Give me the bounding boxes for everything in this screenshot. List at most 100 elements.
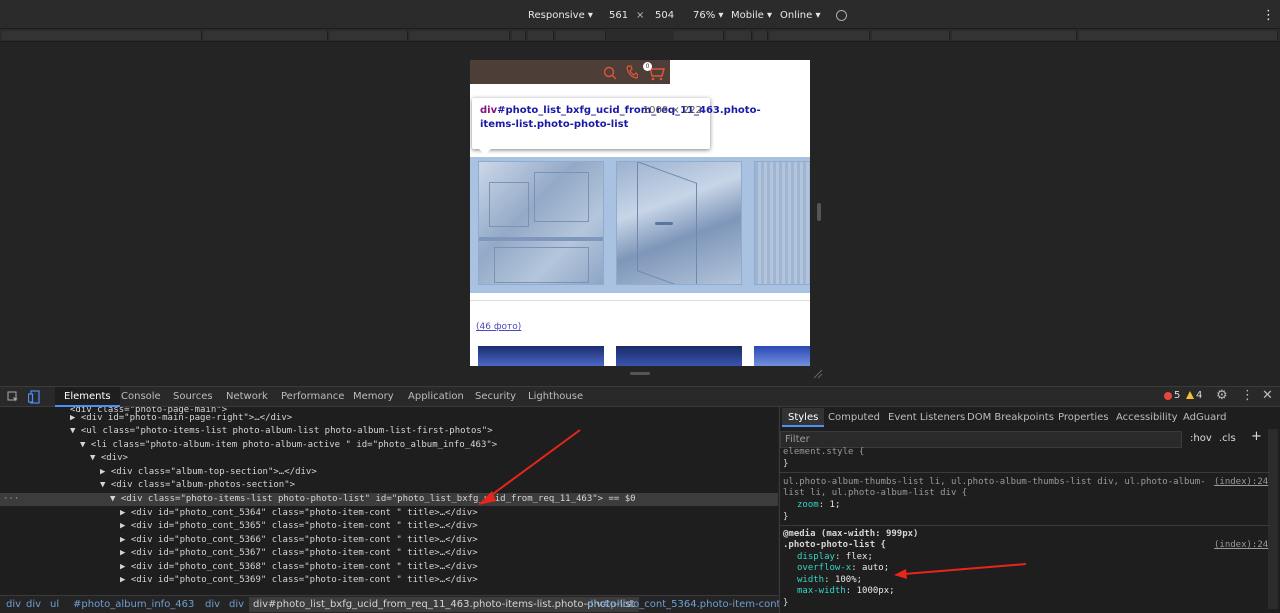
tab-memory[interactable]: Memory — [353, 391, 394, 402]
dom-node-selected[interactable]: ··· ▼ <div class="photo-items-list photo-… — [0, 493, 778, 506]
warning-count[interactable]: 4 — [1196, 390, 1202, 401]
kitchen-photo[interactable] — [478, 161, 604, 285]
dom-node[interactable]: ▼ <div> — [0, 452, 778, 465]
site-header: 0 — [470, 60, 670, 84]
tab-network[interactable]: Network — [226, 391, 268, 402]
dom-node[interactable]: ▶ <div class="album-top-section">…</div> — [0, 466, 778, 479]
divider — [470, 300, 810, 301]
dom-node[interactable]: ▶ <div id="photo_cont_5364" class="photo… — [0, 507, 778, 520]
breadcrumb: div div ul #photo_album_info_463 div div… — [0, 595, 780, 613]
styles-scrollbar[interactable] — [1268, 429, 1278, 609]
rotate-icon[interactable] — [836, 10, 847, 21]
rule2-source-link[interactable]: (index):24 — [1214, 540, 1268, 550]
tab-elements[interactable]: Elements — [55, 387, 120, 407]
phone-icon[interactable] — [626, 65, 638, 79]
elements-tree[interactable]: <div class="photo-page-main"> ▶ <div id=… — [0, 407, 778, 595]
tab-security[interactable]: Security — [475, 391, 516, 402]
album-thumb-2[interactable] — [616, 346, 742, 366]
dom-node[interactable]: ▶ <div id="photo_cont_5368" class="photo… — [0, 561, 778, 574]
breadcrumb-item[interactable]: ul — [50, 599, 59, 610]
tab-performance[interactable]: Performance — [281, 391, 344, 402]
error-icon[interactable] — [1164, 392, 1172, 400]
styles-filter-input[interactable]: Filter — [780, 431, 1182, 448]
devtools-window: { "device_toolbar": { "mode": "Responsiv… — [0, 0, 1280, 613]
divider — [780, 525, 1270, 526]
breadcrumb-item[interactable]: #photo_album_info_463 — [73, 599, 194, 610]
viewport-resize-handle-bottom[interactable] — [630, 372, 650, 375]
error-count[interactable]: 5 — [1174, 390, 1180, 401]
breadcrumb-item[interactable]: div — [26, 599, 41, 610]
blinds-photo[interactable] — [754, 161, 810, 285]
element-style-rule[interactable]: element.style { — [783, 447, 864, 457]
resize-corner-icon[interactable] — [812, 368, 824, 380]
viewport-resize-handle-right[interactable] — [817, 203, 821, 221]
devtools-tabbar: Elements Console Sources Network Perform… — [0, 386, 1280, 407]
zoom-dropdown[interactable]: 76% ▾ — [693, 10, 723, 21]
photo-count-link[interactable]: (46 фото) — [476, 322, 521, 332]
width-input[interactable]: 561 — [609, 10, 628, 21]
inspect-element-icon[interactable] — [7, 391, 19, 403]
breadcrumb-item-active[interactable]: div#photo_list_bxfg_ucid_from_req_11_463… — [249, 597, 639, 612]
tab-adguard[interactable]: AdGuard — [1183, 412, 1227, 423]
tab-properties[interactable]: Properties — [1058, 412, 1109, 423]
rule2-declaration[interactable]: width: 100%; — [797, 575, 862, 585]
closing-brace: } — [783, 459, 789, 469]
tab-lighthouse[interactable]: Lighthouse — [528, 391, 583, 402]
rule1-selector-cont[interactable]: list li, ul.photo-album-list div { — [783, 488, 967, 498]
more-options-icon[interactable]: ⋮ — [1262, 8, 1275, 23]
rule2-declaration[interactable]: display: flex; — [797, 552, 873, 562]
add-rule-button[interactable]: + — [1251, 429, 1262, 444]
dimension-separator: × — [636, 10, 645, 21]
breadcrumb-item[interactable]: div — [6, 599, 21, 610]
tab-accessibility[interactable]: Accessibility — [1116, 412, 1178, 423]
dom-node[interactable]: ▶ <div id="photo_cont_5367" class="photo… — [0, 547, 778, 560]
more-menu-icon[interactable]: ⋮ — [1241, 388, 1254, 403]
album-thumb-3[interactable] — [754, 346, 810, 366]
tooltip-size: 1000 × 222 — [642, 105, 702, 116]
breadcrumb-item[interactable]: div#photo_cont_5364.photo-item-cont — [587, 599, 780, 610]
album-thumb-1[interactable] — [478, 346, 604, 366]
closing-brace: } — [783, 512, 789, 522]
tab-console[interactable]: Console — [121, 391, 161, 402]
warning-icon[interactable] — [1186, 391, 1194, 399]
dom-node[interactable]: ▶ <div id="photo_cont_5369" class="photo… — [0, 574, 778, 587]
close-icon[interactable]: ✕ — [1262, 388, 1273, 403]
breadcrumb-item[interactable]: div — [205, 599, 220, 610]
divider — [780, 472, 1270, 473]
rule2-declaration[interactable]: overflow-x: auto; — [797, 563, 889, 573]
tab-event-listeners[interactable]: Event Listeners — [888, 412, 965, 423]
cls-toggle[interactable]: .cls — [1219, 433, 1236, 444]
rule2-selector[interactable]: .photo-photo-list { — [783, 540, 886, 550]
throttle-dropdown[interactable]: Online ▾ — [780, 10, 820, 21]
dom-node[interactable]: ▶ <div id="photo-main-page-right">…</div… — [0, 412, 778, 425]
rule1-source-link[interactable]: (index):24 — [1214, 477, 1268, 487]
tab-styles[interactable]: Styles — [782, 408, 825, 427]
dom-node[interactable]: ▶ <div id="photo_cont_5366" class="photo… — [0, 534, 778, 547]
tab-dom-breakpoints[interactable]: DOM Breakpoints — [967, 412, 1054, 423]
tab-sources[interactable]: Sources — [173, 391, 213, 402]
inspect-tooltip: div#photo_list_bxfg_ucid_from_req_11_463… — [472, 98, 761, 155]
door-photo[interactable] — [616, 161, 742, 285]
height-input[interactable]: 504 — [655, 10, 674, 21]
tab-application[interactable]: Application — [408, 391, 464, 402]
settings-gear-icon[interactable]: ⚙ — [1216, 388, 1228, 403]
dom-node[interactable]: ▼ <ul class="photo-items-list photo-albu… — [0, 425, 778, 438]
dom-node[interactable]: ▼ <li class="photo-album-item photo-albu… — [0, 439, 778, 452]
tab-computed[interactable]: Computed — [828, 412, 880, 423]
breadcrumb-item[interactable]: div — [229, 599, 244, 610]
device-toolbar: Responsive ▾ 561 × 504 76% ▾ Mobile ▾ On… — [0, 0, 1280, 28]
media-query: @media (max-width: 999px) — [783, 529, 919, 539]
search-icon[interactable] — [603, 66, 617, 80]
rule2-declaration[interactable]: max-width: 1000px; — [797, 586, 895, 596]
tooltip-selector: div#photo_list_bxfg_ucid_from_req_11_463… — [480, 105, 761, 130]
dom-node[interactable]: ▶ <div id="photo_cont_5365" class="photo… — [0, 520, 778, 533]
closing-brace: } — [783, 598, 789, 608]
responsive-dropdown[interactable]: Responsive ▾ — [528, 10, 593, 21]
rule1-selector[interactable]: ul.photo-album-thumbs-list li, ul.photo-… — [783, 477, 1206, 487]
rule1-declaration[interactable]: zoom: 1; — [797, 500, 840, 510]
dom-node[interactable]: ▼ <div class="album-photos-section"> — [0, 479, 778, 492]
hov-toggle[interactable]: :hov — [1190, 433, 1212, 444]
media-query-bar[interactable] — [0, 28, 1280, 42]
device-type-dropdown[interactable]: Mobile ▾ — [731, 10, 772, 21]
device-toolbar-icon[interactable] — [28, 390, 40, 404]
